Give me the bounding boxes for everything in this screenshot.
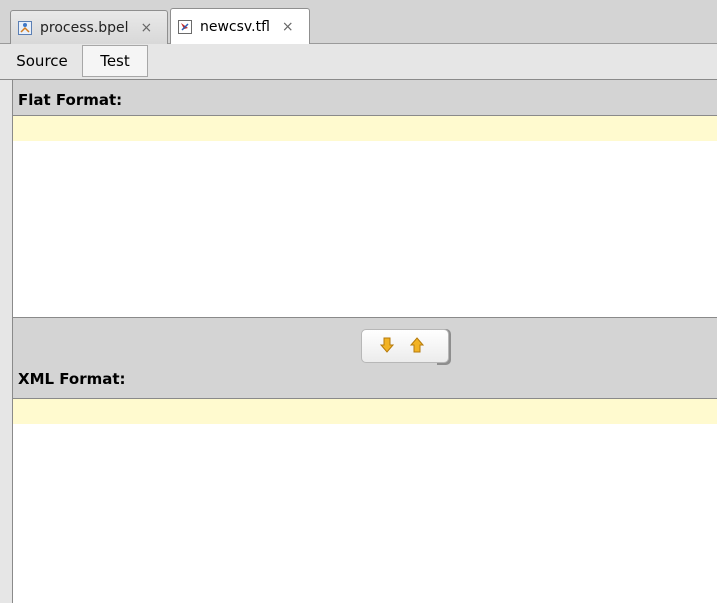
tab-label: process.bpel: [40, 19, 129, 36]
converter-toolbar: [361, 329, 449, 363]
flat-format-editor[interactable]: [13, 141, 717, 317]
tab-process-bpel[interactable]: process.bpel ×: [10, 10, 168, 44]
tfl-editor-window: process.bpel × newcsv.tfl × Source Test …: [0, 0, 717, 603]
close-icon[interactable]: ×: [282, 19, 294, 35]
flat-format-header: Flat Format:: [13, 80, 717, 116]
tab-newcsv-tfl[interactable]: newcsv.tfl ×: [170, 8, 310, 45]
xml-format-editor[interactable]: [13, 424, 717, 603]
convert-to-xml-button[interactable]: [378, 337, 396, 357]
xml-format-current-line[interactable]: [13, 399, 717, 424]
convert-to-flat-button[interactable]: [408, 337, 426, 357]
source-view-button[interactable]: Source: [6, 45, 78, 77]
arrow-up-icon: [409, 337, 425, 357]
tfl-file-icon: [177, 19, 193, 35]
flat-format-current-line[interactable]: [13, 116, 717, 141]
panel-splitter[interactable]: XML Format:: [13, 317, 717, 399]
arrow-down-icon: [379, 337, 395, 357]
bpel-file-icon: [17, 20, 33, 36]
test-view-button[interactable]: Test: [82, 45, 148, 77]
test-panel: Flat Format: XML Format:: [12, 80, 717, 603]
editor-tab-strip: process.bpel × newcsv.tfl ×: [0, 0, 717, 45]
tab-label: newcsv.tfl: [200, 19, 270, 35]
xml-format-title: XML Format:: [18, 370, 126, 388]
editor-left-margin: [0, 80, 12, 603]
close-icon[interactable]: ×: [141, 20, 153, 36]
flat-format-title: Flat Format:: [18, 91, 123, 109]
view-toggle-bar: Source Test: [0, 44, 717, 80]
